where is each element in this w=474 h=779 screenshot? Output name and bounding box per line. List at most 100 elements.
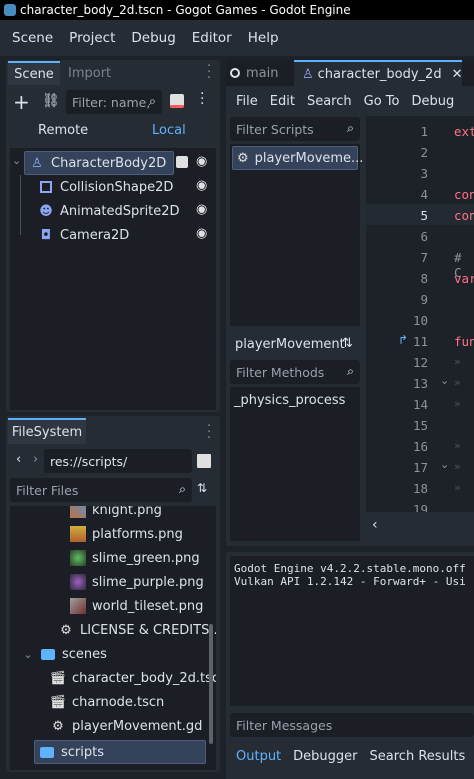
close-icon[interactable]: ✕ — [452, 67, 463, 82]
folder-item-selected[interactable]: scripts — [34, 740, 206, 764]
script-icon[interactable] — [176, 156, 188, 168]
dock-menu-icon[interactable]: · · · — [207, 420, 211, 445]
line-number: 15 — [412, 418, 428, 433]
tab-import[interactable]: Import — [68, 61, 111, 85]
folder-item[interactable]: ⌄ scenes — [22, 642, 107, 666]
editor-menu-goto[interactable]: Go To — [358, 94, 406, 109]
tree-node-collisionshape2d[interactable]: CollisionShape2D — [38, 175, 173, 199]
chevron-left-icon[interactable]: ‹ — [372, 517, 378, 533]
scrollbar[interactable] — [209, 624, 213, 744]
file-item[interactable]: world_tileset.png — [70, 594, 203, 618]
folder-icon — [40, 646, 56, 662]
filter-methods-placeholder: Filter Methods — [236, 364, 325, 380]
tab-search-results[interactable]: Search Results — [364, 749, 472, 764]
tree-node-camera2d[interactable]: ◘ Camera2D — [38, 223, 129, 247]
toggle-split-icon[interactable] — [197, 454, 211, 468]
tab-scene[interactable]: Scene — [8, 61, 60, 85]
sort-icon[interactable]: ⇅ — [197, 481, 207, 495]
file-item[interactable]: 🎬︎ charnode.tscn — [50, 690, 165, 714]
scene-filter-input[interactable]: Filter: name, ⌕ — [66, 90, 162, 114]
output-line: Godot Engine v4.2.2.stable.mono.off — [234, 562, 466, 575]
code-line-1: ext — [454, 124, 474, 139]
tree-node-characterbody2d[interactable]: ♙ CharacterBody2D — [24, 151, 174, 175]
line-number: 14 — [412, 397, 428, 412]
filter-scripts-input[interactable]: Filter Scripts ⌕ — [230, 117, 360, 141]
line-number: 10 — [412, 313, 428, 328]
line-number: 19 — [412, 502, 428, 512]
filter-messages-input[interactable]: Filter Messages — [230, 713, 474, 737]
filter-files-input[interactable]: Filter Files ⌕ — [10, 478, 192, 502]
line-number: 18 — [412, 481, 428, 496]
tab-main[interactable]: main — [230, 61, 278, 85]
tree-node-label: CharacterBody2D — [51, 155, 167, 171]
path-field[interactable]: res://scripts/ — [44, 449, 192, 473]
script-filter-icon[interactable] — [170, 94, 184, 108]
menu-debug[interactable]: Debug — [123, 30, 183, 46]
filter-messages-placeholder: Filter Messages — [236, 717, 333, 733]
editor-menu-edit[interactable]: Edit — [264, 94, 301, 109]
main-menu-bar: Scene Project Debug Editor Help — [0, 20, 474, 56]
file-name: LICENSE & CREDITS.... — [80, 622, 216, 638]
file-name: knight.png — [92, 506, 162, 518]
folder-name: scripts — [61, 744, 104, 760]
line-number: 8 — [420, 271, 428, 286]
file-item[interactable]: platforms.png — [70, 522, 183, 546]
image-file-icon — [70, 598, 86, 614]
file-item[interactable]: ⚙ LICENSE & CREDITS.... — [58, 618, 216, 642]
script-list-item[interactable]: ⚙ playerMoveme... — [232, 146, 363, 170]
indent-marker: » — [454, 355, 461, 368]
tab-debugger[interactable]: Debugger — [287, 749, 363, 764]
sort-icon[interactable]: ⇅ — [342, 336, 353, 351]
link-icon[interactable]: ⛓ — [42, 93, 60, 109]
path-value: res://scripts/ — [50, 453, 128, 469]
back-arrow-icon[interactable]: ‹ — [16, 452, 21, 467]
code-line-8: var — [454, 271, 474, 286]
file-item[interactable]: ⚙ playerMovement.gd — [50, 714, 202, 738]
tree-node-label: Camera2D — [60, 227, 130, 243]
fold-chevron-icon[interactable]: ⌄ — [440, 458, 449, 471]
method-item[interactable]: _physics_process — [234, 393, 345, 408]
visibility-eye-icon[interactable]: ◉ — [196, 202, 207, 217]
menu-scene[interactable]: Scene — [4, 30, 61, 46]
forward-arrow-icon[interactable]: › — [33, 452, 38, 467]
editor-menu-debug[interactable]: Debug — [405, 94, 460, 109]
tree-guide-line — [20, 175, 21, 235]
fold-chevron-icon[interactable]: ⌄ — [440, 374, 449, 387]
local-button[interactable]: Local — [152, 123, 186, 138]
remote-button[interactable]: Remote — [38, 123, 88, 138]
tab-filesystem-label: FileSystem — [11, 424, 83, 440]
tab-label: character_body_2d — [317, 66, 442, 82]
menu-editor[interactable]: Editor — [184, 30, 240, 46]
breakpoint-arrow-icon: ↱ — [398, 333, 409, 347]
menu-help[interactable]: Help — [240, 30, 287, 46]
visibility-eye-icon[interactable]: ◉ — [196, 154, 207, 169]
file-item[interactable]: knight.png — [70, 506, 162, 522]
file-item[interactable]: slime_purple.png — [70, 570, 204, 594]
editor-menu-file[interactable]: File — [230, 94, 264, 109]
indent-marker: » — [454, 376, 461, 389]
circle-icon — [230, 68, 240, 78]
filter-methods-input[interactable]: Filter Methods ⌕ — [230, 360, 360, 384]
editor-menu-search[interactable]: Search — [301, 94, 358, 109]
animated-sprite-icon: ☻ — [39, 203, 53, 219]
menu-project[interactable]: Project — [61, 30, 123, 46]
tab-filesystem[interactable]: FileSystem — [8, 418, 86, 444]
indent-marker: » — [454, 397, 461, 410]
file-name: slime_green.png — [92, 550, 200, 566]
code-editor[interactable]: 1 2 3 4 5 6 7 8 9 10 11 12 13 14 15 16 17 18 19 ext con co… — [366, 116, 474, 512]
visibility-eye-icon[interactable]: ◉ — [196, 226, 207, 241]
file-item[interactable]: slime_green.png — [70, 546, 200, 570]
kebab-menu-icon[interactable]: · · · — [200, 87, 204, 111]
visibility-eye-icon[interactable]: ◉ — [196, 178, 207, 193]
indent-marker: » — [454, 460, 461, 473]
tab-output[interactable]: Output — [230, 749, 287, 764]
line-number: 2 — [420, 145, 428, 160]
add-node-button[interactable]: + — [13, 90, 30, 114]
dock-menu-icon[interactable]: · · · — [207, 60, 211, 85]
chevron-down-icon[interactable]: ⌄ — [12, 154, 21, 167]
filter-scripts-placeholder: Filter Scripts — [236, 121, 314, 137]
tree-node-animatedsprite2d[interactable]: ☻ AnimatedSprite2D — [38, 199, 179, 223]
code-line-11: fun — [454, 334, 474, 349]
file-item[interactable]: 🎬︎ character_body_2d.tscn — [50, 666, 216, 690]
tab-character-body-2d[interactable]: ♙ character_body_2d ✕ — [294, 60, 463, 86]
